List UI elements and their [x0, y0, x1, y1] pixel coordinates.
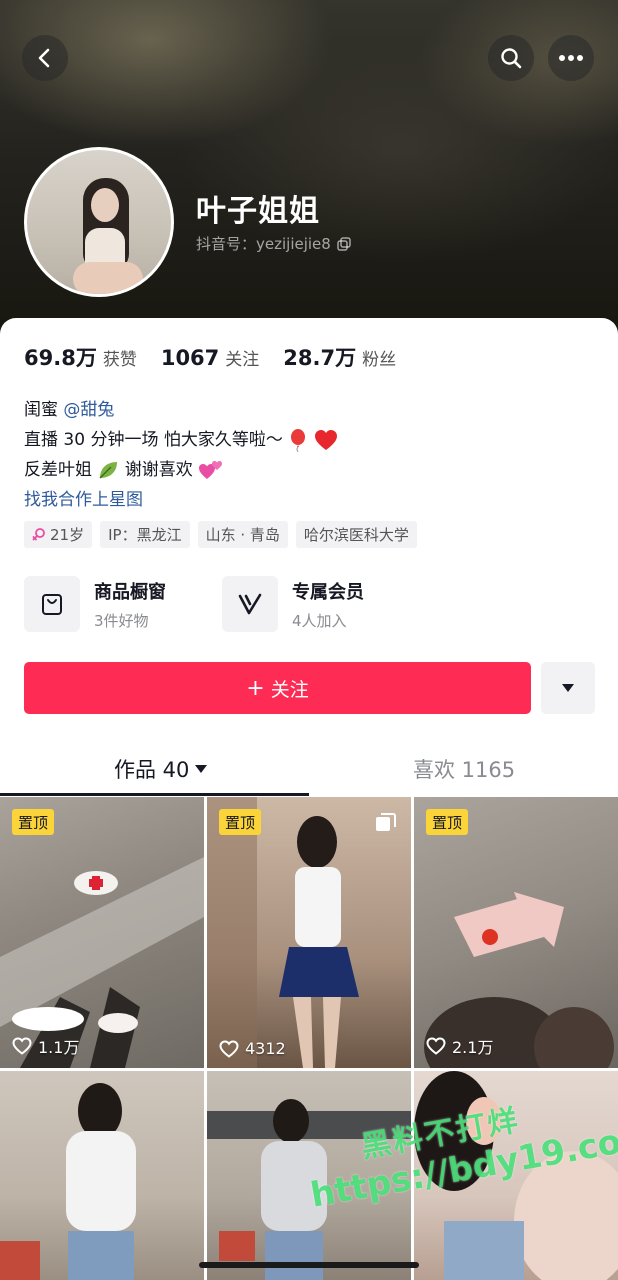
feature-title: 商品橱窗 — [94, 581, 166, 603]
douyin-id-text: 抖音号：yezijiejie8 — [196, 235, 331, 253]
thumbnail-art — [424, 892, 614, 1068]
like-count: 2.1万 — [426, 1034, 493, 1058]
exclusive-membership[interactable]: 专属会员 4人加入 — [222, 576, 364, 632]
bio: 闺蜜 @甜兔 直播 30 分钟一场 怕大家久等啦～ 反差叶姐 谢谢喜欢 找我合作… — [24, 395, 338, 515]
more-options-button[interactable] — [548, 35, 594, 81]
recommend-dropdown-button[interactable] — [541, 662, 595, 714]
tag-text: 山东 · 青岛 — [205, 526, 280, 544]
caret-down-icon — [562, 684, 574, 692]
more-dots-icon — [559, 55, 583, 61]
tag-school[interactable]: 哈尔滨医科大学 — [295, 521, 417, 548]
profile-name: 叶子姐姐 — [196, 194, 320, 229]
search-button[interactable] — [488, 35, 534, 81]
stat-following[interactable]: 1067 关注 — [161, 345, 259, 370]
like-count: 4312 — [219, 1039, 286, 1058]
follow-label: 关注 — [270, 678, 309, 701]
shopping-bag-icon — [24, 576, 80, 632]
tab-likes[interactable]: 喜欢 1165 — [413, 754, 515, 784]
caret-down-icon — [195, 765, 208, 773]
stat-value: 69.8万 — [24, 346, 97, 370]
like-count: 1.1万 — [12, 1034, 79, 1058]
like-count-text: 1.1万 — [38, 1038, 80, 1057]
stat-followers[interactable]: 28.7万 粉丝 — [283, 342, 396, 372]
balloon-icon — [291, 429, 306, 452]
tag-text: IP：黑龙江 — [108, 526, 182, 544]
feature-subtitle: 3件好物 — [94, 611, 149, 630]
tag-ip: IP：黑龙江 — [100, 521, 190, 548]
bio-line1: 闺蜜 — [24, 400, 58, 420]
tab-works[interactable]: 作品 40 — [114, 754, 208, 784]
active-tab-indicator — [0, 793, 309, 796]
thumbnail-art — [0, 857, 204, 1068]
tab-label: 作品 40 — [114, 758, 190, 782]
heart-icon — [314, 430, 337, 450]
stat-label: 粉丝 — [362, 350, 397, 370]
thumbnail-art — [207, 797, 359, 1068]
collaboration-link[interactable]: 找我合作上星图 — [24, 485, 338, 515]
leaf-icon — [99, 462, 118, 479]
female-icon — [32, 527, 45, 540]
heart-outline-icon — [12, 1037, 32, 1055]
bio-line2: 直播 30 分钟一场 怕大家久等啦～ — [24, 430, 283, 450]
heart-outline-icon — [219, 1039, 239, 1058]
chevron-left-icon — [38, 48, 50, 68]
tag-location[interactable]: 山东 · 青岛 — [197, 521, 288, 548]
heart-outline-icon — [426, 1037, 446, 1055]
video-thumbnail[interactable]: 置顶 1.1万 — [0, 797, 204, 1068]
plus-icon: + — [246, 675, 265, 701]
stat-value: 28.7万 — [283, 346, 357, 370]
copy-icon[interactable] — [337, 236, 351, 251]
tag-text: 哈尔滨医科大学 — [303, 526, 409, 544]
home-indicator[interactable] — [199, 1262, 419, 1268]
avatar[interactable] — [24, 147, 174, 297]
content-tabs: 作品 40 喜欢 1165 — [0, 740, 618, 796]
douyin-id[interactable]: 抖音号：yezijiejie8 — [196, 233, 351, 254]
pinned-badge: 置顶 — [219, 809, 262, 835]
search-icon — [501, 48, 522, 69]
feature-title: 专属会员 — [292, 581, 364, 603]
like-count-text: 4312 — [245, 1039, 286, 1058]
mention-link[interactable]: @甜兔 — [63, 400, 114, 420]
two-hearts-icon — [199, 461, 223, 479]
bio-line3a: 反差叶姐 — [24, 460, 92, 480]
tag-row: 21岁 IP：黑龙江 山东 · 青岛 哈尔滨医科大学 — [24, 521, 417, 548]
stat-likes[interactable]: 69.8万 获赞 — [24, 342, 137, 372]
product-showcase[interactable]: 商品橱窗 3件好物 — [24, 576, 166, 632]
video-thumbnail[interactable]: 置顶 4312 — [207, 797, 411, 1068]
multi-image-icon — [376, 813, 396, 831]
back-button[interactable] — [22, 35, 68, 81]
stat-label: 关注 — [225, 350, 260, 370]
pinned-badge: 置顶 — [12, 809, 55, 835]
feature-subtitle: 4人加入 — [292, 611, 347, 630]
pinned-badge: 置顶 — [426, 809, 469, 835]
stats-row: 69.8万 获赞 1067 关注 28.7万 粉丝 — [24, 342, 420, 372]
vip-v-icon — [222, 576, 278, 632]
stat-label: 获赞 — [102, 350, 137, 370]
thumbnail-art — [0, 1083, 136, 1280]
bio-line3b: 谢谢喜欢 — [124, 460, 193, 480]
tag-age: 21岁 — [24, 521, 93, 548]
video-thumbnail[interactable]: 置顶 2.1万 — [414, 797, 618, 1068]
stat-value: 1067 — [160, 346, 220, 370]
follow-button[interactable]: + 关注 — [24, 662, 531, 714]
video-thumbnail[interactable] — [0, 1071, 204, 1280]
like-count-text: 2.1万 — [452, 1038, 494, 1057]
tag-text: 21岁 — [50, 526, 85, 544]
